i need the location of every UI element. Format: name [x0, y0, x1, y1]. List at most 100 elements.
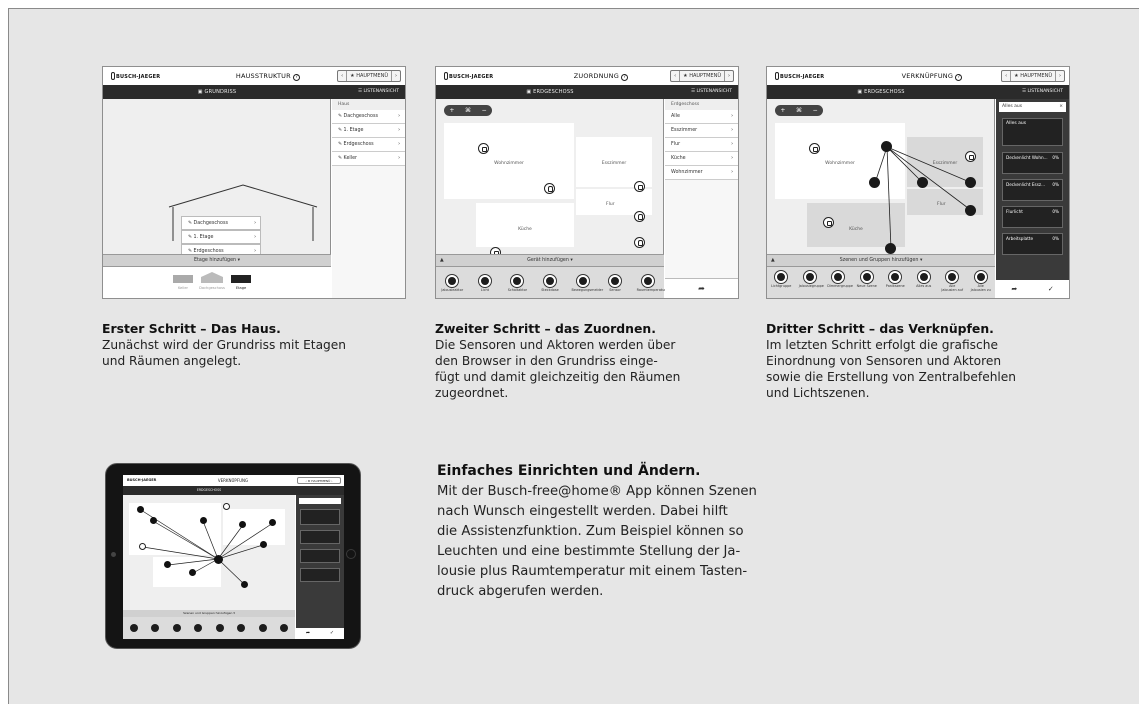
side-item[interactable]: ✎ Dachgeschoss ›	[332, 110, 405, 124]
scene-tile[interactable]	[300, 509, 340, 525]
help-icon[interactable]: ?	[621, 74, 629, 81]
scene-item[interactable]: Lichtgruppe	[770, 271, 792, 292]
sensor-icon[interactable]	[139, 543, 146, 550]
bulb-icon[interactable]	[634, 211, 645, 222]
minus-icon[interactable]: −	[482, 105, 487, 116]
floor-item[interactable]: ✎ 1. Etage ›	[181, 230, 261, 244]
sensor-selected-icon[interactable]	[881, 141, 892, 152]
device-item[interactable]: Jalousieaktor	[441, 275, 463, 292]
confirm-check-icon[interactable]: ✓	[330, 628, 334, 639]
scene-item[interactable]: Neue Szene	[856, 271, 878, 292]
confirm-check-icon[interactable]: ✓	[1048, 280, 1054, 298]
bulb-icon[interactable]	[200, 517, 207, 524]
forward-button[interactable]: ›	[392, 71, 400, 81]
bulb-icon[interactable]	[260, 541, 267, 548]
scene-tile[interactable]	[300, 568, 340, 582]
scene-icon[interactable]	[129, 624, 138, 632]
room-kueche[interactable]: Küche	[476, 203, 574, 247]
scene-icon[interactable]	[280, 624, 289, 632]
back-arrow-icon[interactable]: ➦	[306, 628, 310, 639]
device-item[interactable]: Sensor	[604, 275, 626, 292]
add-scene-bar[interactable]: ▲ Szenen und Gruppen hinzufügen ▾	[767, 254, 995, 266]
list-view-bar[interactable]: ☰ LISTENANSICHT	[995, 85, 1069, 99]
scene-tile[interactable]: Flurlicht 0%	[1002, 206, 1063, 228]
floor-item[interactable]: ✎ Dachgeschoss ›	[181, 216, 261, 230]
side-item[interactable]: Alle ›	[665, 110, 738, 124]
forward-button[interactable]: ›	[1056, 71, 1064, 81]
sensor-icon[interactable]	[223, 503, 230, 510]
back-arrow-icon[interactable]: ➦	[665, 278, 738, 298]
bulb-icon[interactable]	[150, 517, 157, 524]
bulb-icon[interactable]	[965, 205, 976, 216]
etage-shape[interactable]	[231, 275, 251, 283]
device-item[interactable]: Schaltaktor	[506, 275, 528, 292]
back-button[interactable]: ‹	[671, 71, 681, 81]
side-item[interactable]: ✎ Erdgeschoss ›	[332, 138, 405, 152]
bulb-icon[interactable]	[164, 561, 171, 568]
sensor-icon[interactable]	[965, 151, 976, 162]
sensor-icon[interactable]	[478, 143, 489, 154]
scene-item[interactable]: Alles aus	[913, 271, 935, 292]
scene-icon[interactable]	[215, 624, 224, 632]
scene-tile[interactable]: Deckenlicht Essz... 0%	[1002, 179, 1063, 201]
help-icon[interactable]: ?	[293, 74, 301, 81]
bulb-icon[interactable]	[239, 521, 246, 528]
forward-button[interactable]: ›	[725, 71, 733, 81]
side-item[interactable]: ✎ 1. Etage ›	[332, 124, 405, 138]
bulb-icon[interactable]	[137, 506, 144, 513]
dach-shape[interactable]	[201, 277, 223, 283]
scene-name-input[interactable]: Alles aus ×	[999, 102, 1066, 112]
back-arrow-icon[interactable]: ➦	[1011, 280, 1017, 298]
room-esszimmer[interactable]: Esszimmer	[576, 137, 652, 187]
back-button[interactable]: ‹	[1002, 71, 1012, 81]
add-device-bar[interactable]: ▲ Gerät hinzufügen ▾	[436, 254, 664, 266]
scene-tile[interactable]	[300, 530, 340, 544]
scene-icon[interactable]	[258, 624, 267, 632]
sensor-icon[interactable]	[634, 181, 645, 192]
bulb-icon[interactable]	[634, 237, 645, 248]
help-icon[interactable]: ?	[955, 74, 963, 81]
scene-item[interactable]: Alle Jalousien zu	[970, 271, 992, 292]
bulb-icon[interactable]	[917, 177, 928, 188]
sensor-selected-icon[interactable]	[214, 555, 223, 564]
scene-item[interactable]: Dimmergruppe	[827, 271, 853, 292]
fit-icon[interactable]: ⌘	[465, 105, 471, 116]
scene-name-input[interactable]	[299, 498, 341, 504]
side-item[interactable]: Küche ›	[665, 152, 738, 166]
nav-group[interactable]: ‹ ★ HAUPTMENÜ ›	[297, 477, 341, 484]
side-item[interactable]: ✎ Keller ›	[332, 152, 405, 166]
add-scene-bar[interactable]: Szenen und Gruppen hinzufügen ▾	[123, 610, 295, 617]
scene-tile[interactable]: Deckenlicht Wohn... 0%	[1002, 152, 1063, 174]
home-button[interactable]: ★ HAUPTMENÜ	[680, 71, 725, 81]
add-icon[interactable]: +	[449, 105, 454, 116]
scene-tile[interactable]: Alles aus	[1002, 118, 1063, 146]
keller-shape[interactable]	[173, 275, 193, 283]
device-item[interactable]: Raumtemperatur	[637, 275, 666, 292]
bulb-icon[interactable]	[885, 243, 896, 254]
list-view-bar[interactable]: ☰ LISTENANSICHT	[331, 85, 405, 99]
scene-icon[interactable]	[172, 624, 181, 632]
plan-toolbar[interactable]: + ⌘ −	[444, 105, 492, 116]
scene-item[interactable]: Panikszene	[884, 271, 906, 292]
scene-icon[interactable]	[237, 624, 246, 632]
side-item[interactable]: Flur ›	[665, 138, 738, 152]
scene-tile[interactable]	[300, 549, 340, 563]
side-item[interactable]: Wohnzimmer ›	[665, 166, 738, 180]
scene-tile[interactable]: Arbeitsplatte 0%	[1002, 233, 1063, 255]
scene-icon[interactable]	[194, 624, 203, 632]
bulb-icon[interactable]	[241, 581, 248, 588]
device-item[interactable]: Bewegungsmelder	[572, 275, 603, 292]
sensor-icon[interactable]	[809, 143, 820, 154]
sensor-icon[interactable]	[823, 217, 834, 228]
device-item[interactable]: Licht	[474, 275, 496, 292]
device-item[interactable]: Steckdose	[539, 275, 561, 292]
side-item[interactable]: Esszimmer ›	[665, 124, 738, 138]
back-button[interactable]: ‹	[338, 71, 348, 81]
scene-item[interactable]: Jalousiegruppe	[799, 271, 824, 292]
home-button[interactable]: ★ HAUPTMENÜ	[1011, 71, 1056, 81]
bulb-icon[interactable]	[965, 177, 976, 188]
list-view-bar[interactable]	[295, 486, 344, 495]
scene-icon[interactable]	[151, 624, 160, 632]
bulb-icon[interactable]	[544, 183, 555, 194]
list-view-bar[interactable]: ☰ LISTENANSICHT	[664, 85, 738, 99]
